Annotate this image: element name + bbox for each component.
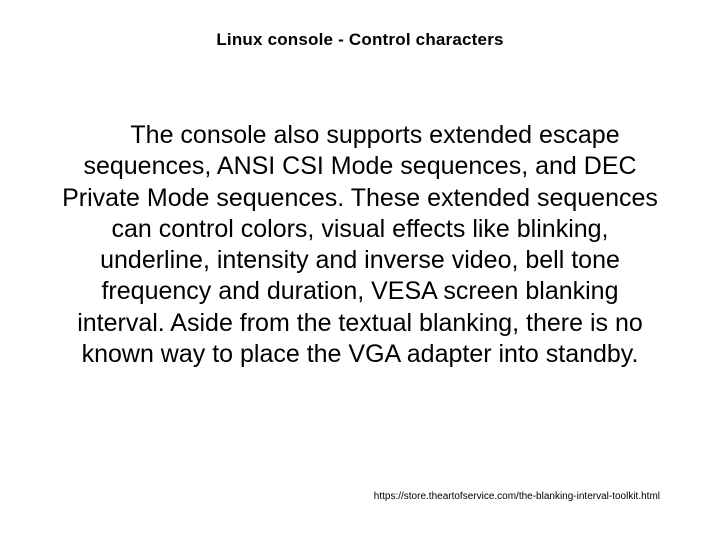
footer-url: https://store.theartofservice.com/the-bl… (60, 491, 660, 502)
slide-title: Linux console - Control characters (0, 30, 720, 50)
slide: Linux console - Control characters The c… (0, 0, 720, 540)
slide-body-text: The console also supports extended escap… (60, 120, 660, 370)
